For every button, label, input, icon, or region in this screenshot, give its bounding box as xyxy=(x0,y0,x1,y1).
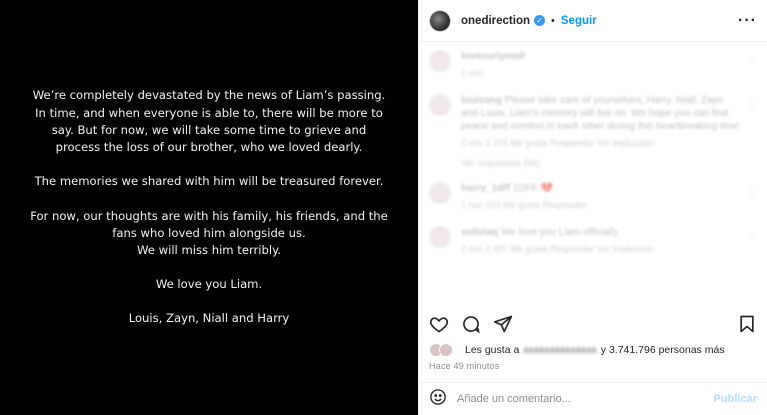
post-statement: We’re completely devastated by the news … xyxy=(29,87,389,327)
commenter-name[interactable]: lovecurlyniall xyxy=(461,51,525,62)
verified-badge-icon: ✓ xyxy=(534,15,546,26)
follow-button[interactable]: Seguir xyxy=(561,15,597,27)
avatar[interactable] xyxy=(429,9,451,32)
comment-text: Please take care of yourselves, Harry, N… xyxy=(461,95,739,132)
separator-dot: • xyxy=(551,14,555,27)
commenter-avatar[interactable] xyxy=(429,226,451,248)
like-comment-icon[interactable]: ♡ xyxy=(748,188,757,199)
view-replies-link[interactable]: Ver respuestas (56) xyxy=(461,158,757,168)
commenter-avatar[interactable] xyxy=(429,182,451,204)
avatar xyxy=(439,343,453,357)
commenter-name[interactable]: harry_1dff xyxy=(461,183,510,194)
comment-item: xoliviaq We love you Liam officially 2 m… xyxy=(429,226,757,256)
text-line: For now, our thoughts are with his famil… xyxy=(30,208,388,223)
commenter-avatar[interactable] xyxy=(429,50,451,72)
comment-meta: 2 min 1.205 Me gusta Responder Ver tradu… xyxy=(461,138,655,148)
publish-button[interactable]: Publicar xyxy=(714,393,757,405)
comment-meta: 2 min 2.657 Me gusta Responder Ver tradu… xyxy=(461,244,655,254)
share-send-icon[interactable] xyxy=(493,314,513,334)
comment-bubble-icon[interactable] xyxy=(461,314,481,334)
likes-suffix[interactable]: y 3.741.796 personas más xyxy=(601,344,725,356)
post-timestamp[interactable]: Hace 49 minutos xyxy=(429,361,500,371)
comment-input[interactable] xyxy=(457,393,714,405)
username[interactable]: onedirection xyxy=(461,15,530,27)
paragraph-3: For now, our thoughts are with his famil… xyxy=(29,208,389,260)
like-comment-icon[interactable]: ♡ xyxy=(748,232,757,243)
post-image: We’re completely devastated by the news … xyxy=(0,0,418,415)
liker-avatars xyxy=(429,343,459,357)
likes-prefix: Les gusta a xyxy=(465,344,520,356)
post-actions-bar xyxy=(429,311,757,337)
comment-item: lovecurlyniall 1 min ♡ xyxy=(429,50,757,80)
comment-meta: 1 min xyxy=(461,68,484,78)
text-line: We will miss him terribly. xyxy=(137,242,281,257)
text-line: process the loss of our brother, who we … xyxy=(55,140,363,155)
paragraph-1: We’re completely devastated by the news … xyxy=(29,87,389,156)
more-icon[interactable]: ··· xyxy=(738,12,757,30)
comment-text: 1DFF 💔 xyxy=(512,183,553,194)
like-comment-icon[interactable]: ♡ xyxy=(748,100,757,111)
paragraph-2: The memories we shared with him will be … xyxy=(29,173,389,190)
likes-summary[interactable]: Les gusta a xxxxxxxxxxxxxx y 3.741.796 p… xyxy=(429,343,725,357)
commenter-avatar[interactable] xyxy=(429,94,451,116)
commenter-name[interactable]: xoliviaq xyxy=(461,227,498,238)
comments-list[interactable]: lovecurlyniall 1 min ♡ louisang Please t… xyxy=(419,42,767,304)
comment-item: louisang Please take care of yourselves,… xyxy=(429,94,757,150)
bookmark-icon[interactable] xyxy=(737,314,757,334)
emoji-icon[interactable] xyxy=(429,388,447,411)
commenter-name[interactable]: louisang xyxy=(461,95,502,106)
text-line: say. But for now, we will take some time… xyxy=(51,122,367,137)
comment-item: harry_1dff 1DFF 💔 1 min 103 Me gusta Res… xyxy=(429,182,757,212)
post-side-panel: onedirection ✓ • Seguir ··· lovecurlynia… xyxy=(418,0,767,415)
paragraph-5: Louis, Zayn, Niall and Harry xyxy=(29,310,389,327)
comment-text: We love you Liam officially xyxy=(501,227,619,238)
comment-meta: 1 min 103 Me gusta Responder xyxy=(461,200,587,210)
text-line: The memories we shared with him will be … xyxy=(34,174,384,189)
text-line: fans who loved him alongside us. xyxy=(112,225,306,240)
paragraph-4: We love you Liam. xyxy=(29,276,389,293)
post-header: onedirection ✓ • Seguir ··· xyxy=(419,0,767,42)
text-line: In time, and when everyone is able to, t… xyxy=(35,105,383,120)
text-line: Louis, Zayn, Niall and Harry xyxy=(128,311,290,326)
text-line: We’re completely devastated by the news … xyxy=(32,88,386,103)
like-comment-icon[interactable]: ♡ xyxy=(748,56,757,67)
text-line: We love you Liam. xyxy=(155,277,263,292)
add-comment-bar: Publicar xyxy=(419,382,767,415)
like-heart-icon[interactable] xyxy=(429,314,449,334)
liker-username[interactable]: xxxxxxxxxxxxxx xyxy=(523,344,597,356)
